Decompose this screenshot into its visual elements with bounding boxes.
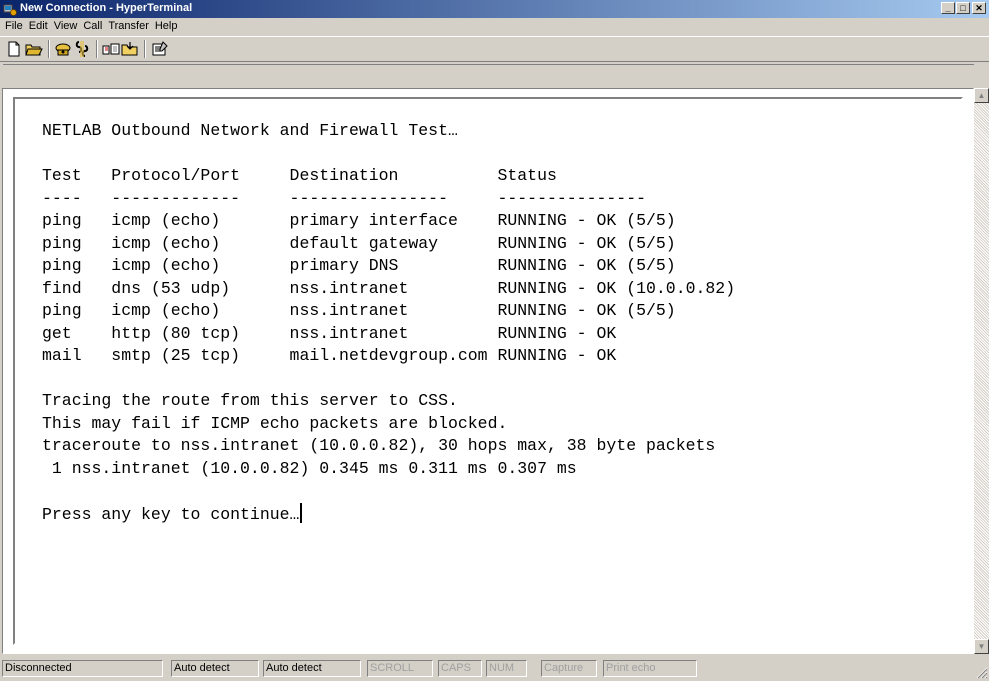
terminal-line: mail smtp (25 tcp) mail.netdevgroup.com … bbox=[42, 346, 617, 365]
receive-button[interactable] bbox=[120, 39, 140, 59]
menu-view[interactable]: View bbox=[52, 19, 82, 35]
terminal-line: ping icmp (echo) nss.intranet RUNNING - … bbox=[42, 301, 676, 320]
dial-button[interactable] bbox=[53, 39, 73, 59]
status-settings: Auto detect bbox=[263, 660, 361, 677]
properties-button[interactable] bbox=[150, 39, 170, 59]
terminal-line: This may fail if ICMP echo packets are b… bbox=[42, 413, 508, 433]
status-bar: Disconnected Auto detect Auto detect SCR… bbox=[0, 657, 989, 681]
open-icon bbox=[25, 44, 43, 56]
menu-call[interactable]: Call bbox=[81, 19, 106, 35]
terminal-client-area[interactable]: NETLAB Outbound Network and Firewall Tes… bbox=[2, 88, 974, 654]
close-button[interactable]: ✕ bbox=[972, 2, 986, 14]
status-capture: Capture bbox=[541, 660, 597, 677]
toolbar-separator bbox=[96, 40, 98, 58]
terminal-line: get http (80 tcp) nss.intranet RUNNING -… bbox=[42, 323, 617, 343]
hyperterminal-app-icon[interactable] bbox=[3, 2, 17, 16]
disconnect-icon bbox=[75, 41, 89, 57]
new-button[interactable] bbox=[4, 39, 24, 59]
terminal-line: Test Protocol/Port Destination Status bbox=[42, 166, 557, 185]
scroll-up-button[interactable]: ▲ bbox=[974, 88, 989, 103]
send-button[interactable] bbox=[101, 39, 121, 59]
status-print-echo: Print echo bbox=[603, 660, 697, 677]
menu-help[interactable]: Help bbox=[153, 19, 182, 35]
status-caps: CAPS bbox=[438, 660, 482, 677]
new-icon bbox=[8, 41, 20, 57]
window-controls: _ □ ✕ bbox=[940, 2, 986, 14]
terminal-line: ping icmp (echo) primary DNS RUNNING - O… bbox=[42, 256, 676, 275]
properties-icon bbox=[152, 41, 168, 56]
arrow-down-icon: ▼ bbox=[977, 642, 986, 651]
send-icon bbox=[102, 43, 120, 55]
receive-icon bbox=[121, 42, 138, 56]
dial-icon bbox=[55, 43, 71, 56]
resize-grip-icon[interactable] bbox=[975, 666, 988, 679]
toolbar-separator bbox=[48, 40, 50, 58]
status-num: NUM bbox=[486, 660, 527, 677]
terminal-line: ping icmp (echo) primary interface RUNNI… bbox=[42, 211, 676, 230]
toolbar bbox=[0, 36, 989, 62]
menu-edit[interactable]: Edit bbox=[27, 19, 52, 35]
terminal-top-border bbox=[3, 64, 974, 87]
menu-transfer[interactable]: Transfer bbox=[106, 19, 153, 35]
minimize-button[interactable]: _ bbox=[941, 2, 955, 14]
menu-bar: File Edit View Call Transfer Help bbox=[0, 19, 989, 35]
terminal-line: Press any key to continue… bbox=[42, 504, 300, 524]
terminal-line: ---- ------------- ---------------- ----… bbox=[42, 188, 646, 208]
terminal-line: NETLAB Outbound Network and Firewall Tes… bbox=[42, 121, 458, 140]
title-bar[interactable]: New Connection - HyperTerminal _ □ ✕ bbox=[0, 0, 989, 18]
terminal-line: ping icmp (echo) default gateway RUNNING… bbox=[42, 233, 676, 253]
terminal-line: Tracing the route from this server to CS… bbox=[42, 391, 458, 410]
terminal-line: 1 nss.intranet (10.0.0.82) 0.345 ms 0.31… bbox=[42, 458, 577, 478]
terminal-output[interactable]: NETLAB Outbound Network and Firewall Tes… bbox=[42, 120, 735, 526]
terminal-screen[interactable]: NETLAB Outbound Network and Firewall Tes… bbox=[13, 97, 963, 645]
status-emulation: Auto detect bbox=[171, 660, 259, 677]
terminal-line: traceroute to nss.intranet (10.0.0.82), … bbox=[42, 436, 716, 455]
scroll-down-button[interactable]: ▼ bbox=[974, 639, 989, 654]
window-title: New Connection - HyperTerminal bbox=[20, 2, 193, 14]
toolbar-separator bbox=[144, 40, 146, 58]
open-button[interactable] bbox=[24, 39, 44, 59]
maximize-button[interactable]: □ bbox=[956, 2, 970, 14]
vertical-scrollbar[interactable]: ▲ ▼ bbox=[974, 88, 989, 654]
status-connection: Disconnected bbox=[2, 660, 163, 677]
status-scroll: SCROLL bbox=[367, 660, 433, 677]
arrow-up-icon: ▲ bbox=[977, 91, 986, 100]
terminal-line: find dns (53 udp) nss.intranet RUNNING -… bbox=[42, 278, 736, 298]
text-cursor bbox=[300, 502, 303, 523]
disconnect-button[interactable] bbox=[72, 39, 92, 59]
menu-file[interactable]: File bbox=[3, 19, 27, 35]
